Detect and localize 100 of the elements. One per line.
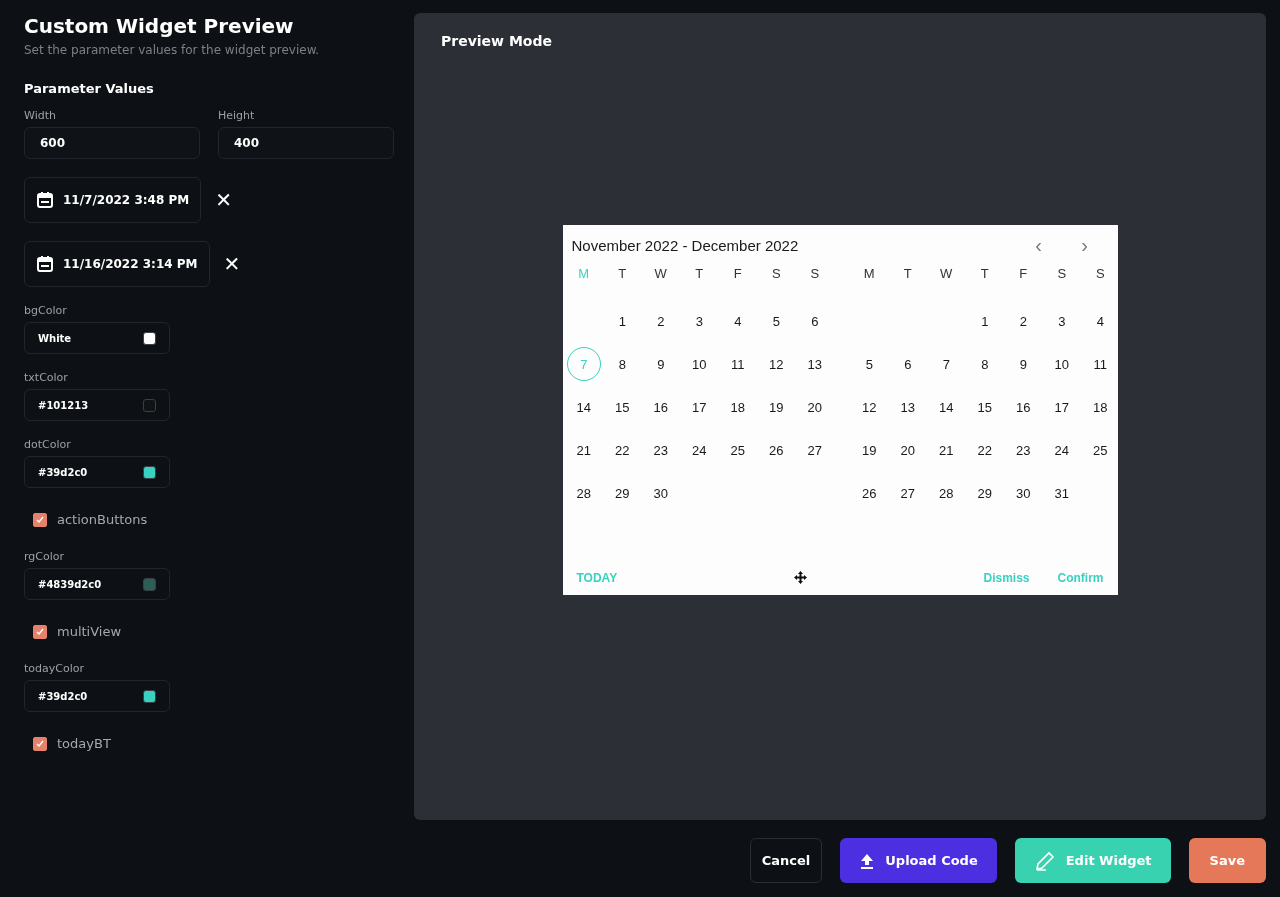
date-picker-field[interactable]: 11/7/2022 3:48 PM bbox=[24, 177, 202, 223]
weekday-label: F bbox=[732, 264, 743, 283]
calendar-day[interactable]: 31 bbox=[1044, 476, 1079, 510]
calendar-day[interactable]: 16 bbox=[1006, 390, 1041, 424]
calendar-day[interactable]: 15 bbox=[605, 390, 640, 424]
clear-button[interactable]: ✕ bbox=[223, 252, 241, 276]
calendar-day[interactable]: 8 bbox=[605, 347, 640, 381]
calendar-day[interactable]: 1 bbox=[605, 304, 640, 338]
calendar-day[interactable]: 2 bbox=[643, 304, 678, 338]
page-title: Custom Widget Preview bbox=[24, 13, 295, 39]
calendar-day[interactable]: 9 bbox=[643, 347, 678, 381]
calendar-day[interactable]: 17 bbox=[1044, 390, 1079, 424]
previous-button[interactable]: ‹ bbox=[1015, 233, 1062, 257]
calendar-day[interactable]: 30 bbox=[1006, 476, 1041, 510]
calendar-icon bbox=[36, 255, 54, 273]
calendar-day[interactable]: 26 bbox=[852, 476, 887, 510]
calendar-day[interactable]: 18 bbox=[720, 390, 755, 424]
weekday-label: F bbox=[1018, 264, 1029, 283]
weekday-label: T bbox=[902, 264, 913, 283]
calendar-day[interactable]: 11 bbox=[1083, 347, 1118, 381]
calendar-day[interactable]: 7 bbox=[929, 347, 964, 381]
section-title: Parameter Values bbox=[24, 81, 155, 96]
calendar-day[interactable]: 30 bbox=[643, 476, 678, 510]
calendar-day[interactable]: 17 bbox=[682, 390, 717, 424]
calendar-day[interactable]: 15 bbox=[967, 390, 1002, 424]
weekday-label: M bbox=[862, 264, 876, 283]
calendar-day[interactable]: 26 bbox=[759, 433, 794, 467]
calendar-day[interactable]: 23 bbox=[643, 433, 678, 467]
calendar-day[interactable]: 12 bbox=[852, 390, 887, 424]
color-field[interactable]: #101213 bbox=[24, 389, 170, 421]
calendar-day[interactable]: 18 bbox=[1083, 390, 1118, 424]
checkbox[interactable] bbox=[33, 736, 47, 751]
field-label: bgColor bbox=[24, 304, 68, 317]
calendar-day[interactable]: 19 bbox=[852, 433, 887, 467]
calendar-day[interactable]: 27 bbox=[890, 476, 925, 510]
calendar-day[interactable]: 25 bbox=[720, 433, 755, 467]
field-label: rgColor bbox=[24, 550, 66, 563]
color-field[interactable]: White bbox=[24, 322, 170, 354]
calendar-day[interactable]: 14 bbox=[929, 390, 964, 424]
calendar-day[interactable]: 28 bbox=[566, 476, 601, 510]
calendar-day[interactable]: 20 bbox=[890, 433, 925, 467]
calendar-day[interactable]: 16 bbox=[643, 390, 678, 424]
cancel-button[interactable]: Cancel bbox=[749, 838, 823, 883]
calendar-day[interactable]: 3 bbox=[1044, 304, 1079, 338]
calendar-day[interactable]: 4 bbox=[1083, 304, 1118, 338]
calendar-day[interactable]: 13 bbox=[890, 390, 925, 424]
calendar-day[interactable]: 24 bbox=[682, 433, 717, 467]
calendar-day[interactable]: 14 bbox=[566, 390, 601, 424]
calendar-day[interactable]: 19 bbox=[759, 390, 794, 424]
calendar-day[interactable]: 12 bbox=[759, 347, 794, 381]
field-label: todayColor bbox=[24, 662, 85, 675]
page-subtitle: Set the parameter values for the widget preview. bbox=[24, 43, 321, 57]
color-field[interactable]: #39d2c0 bbox=[24, 680, 170, 712]
field-label: dotColor bbox=[24, 438, 72, 451]
check-icon bbox=[36, 515, 44, 524]
calendar-day[interactable]: 21 bbox=[566, 433, 601, 467]
calendar-day[interactable]: 29 bbox=[605, 476, 640, 510]
calendar-day[interactable]: 4 bbox=[720, 304, 755, 338]
field-label: Height bbox=[218, 109, 256, 122]
color-field[interactable]: #4839d2c0 bbox=[24, 568, 170, 600]
calendar-day[interactable]: 23 bbox=[1006, 433, 1041, 467]
weekday-label: S bbox=[809, 264, 821, 283]
calendar-day[interactable]: 6 bbox=[797, 304, 832, 338]
input-field[interactable]: 400 bbox=[218, 127, 394, 159]
calendar-day[interactable]: 3 bbox=[682, 304, 717, 338]
checkbox-label: todayBT bbox=[57, 736, 111, 751]
calendar-day[interactable]: 8 bbox=[967, 347, 1002, 381]
weekday-label: M bbox=[577, 264, 591, 283]
calendar-day[interactable]: 1 bbox=[967, 304, 1002, 338]
calendar-day[interactable]: 5 bbox=[852, 347, 887, 381]
calendar-day[interactable]: 22 bbox=[967, 433, 1002, 467]
calendar-day[interactable]: 27 bbox=[797, 433, 832, 467]
calendar-day[interactable]: 11 bbox=[720, 347, 755, 381]
calendar-day[interactable]: 20 bbox=[797, 390, 832, 424]
calendar-day[interactable]: 25 bbox=[1083, 433, 1118, 467]
weekday-label: W bbox=[653, 264, 668, 283]
calendar-day[interactable]: 24 bbox=[1044, 433, 1079, 467]
calendar-day[interactable]: 9 bbox=[1006, 347, 1041, 381]
calendar-day[interactable]: 22 bbox=[605, 433, 640, 467]
calendar-day[interactable]: 21 bbox=[929, 433, 964, 467]
next-button[interactable]: › bbox=[1061, 233, 1108, 257]
calendar-day[interactable]: 10 bbox=[682, 347, 717, 381]
calendar-day[interactable]: 6 bbox=[890, 347, 925, 381]
calendar-day[interactable]: 5 bbox=[759, 304, 794, 338]
weekday-label: S bbox=[1056, 264, 1068, 283]
calendar-day[interactable]: 10 bbox=[1044, 347, 1079, 381]
date-picker-field[interactable]: 11/16/2022 3:14 PM bbox=[24, 241, 210, 287]
field-label: txtColor bbox=[24, 371, 69, 384]
calendar-day[interactable]: 13 bbox=[797, 347, 832, 381]
color-field[interactable]: #39d2c0 bbox=[24, 456, 170, 488]
calendar-day[interactable]: 29 bbox=[967, 476, 1002, 510]
upload-button[interactable]: Upload Code bbox=[840, 838, 997, 883]
weekday-label: W bbox=[939, 264, 954, 283]
calendar-day[interactable]: 28 bbox=[929, 476, 964, 510]
clear-button[interactable]: ✕ bbox=[215, 188, 232, 212]
checkbox[interactable] bbox=[33, 624, 47, 639]
month-range-title: November 2022 - December 2022 bbox=[571, 236, 799, 254]
calendar-day[interactable]: 2 bbox=[1006, 304, 1041, 338]
checkbox[interactable] bbox=[33, 512, 47, 527]
input-field[interactable]: 600 bbox=[24, 127, 200, 159]
